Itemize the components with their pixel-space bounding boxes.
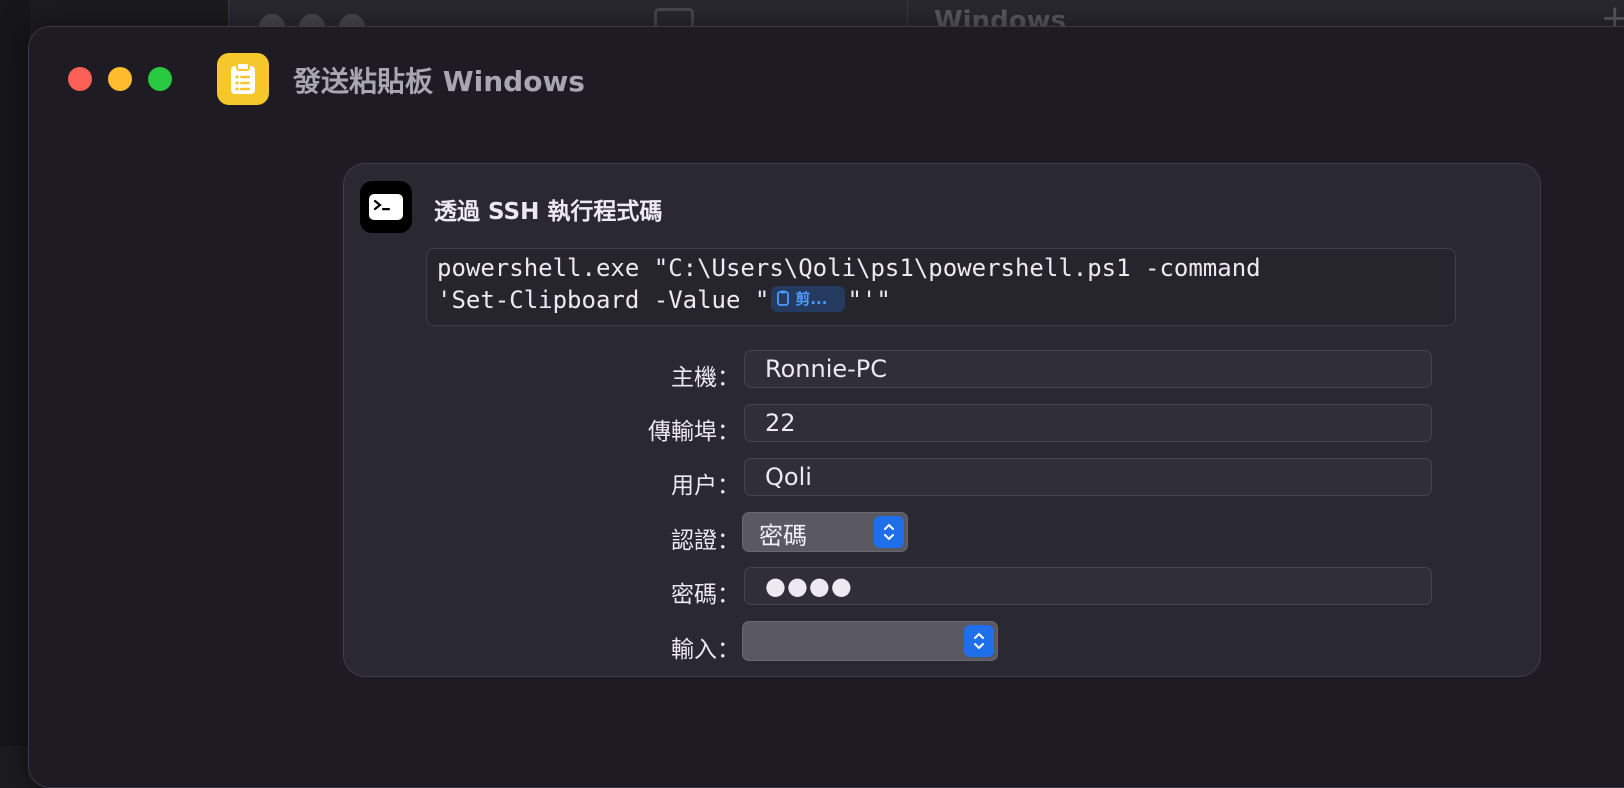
background-desktop — [0, 0, 30, 746]
terminal-icon — [360, 181, 412, 233]
password-field[interactable]: ●●●● — [744, 567, 1432, 605]
input-popup[interactable] — [742, 621, 998, 661]
port-label: 傳輸埠： — [648, 412, 740, 446]
chevron-up-down-icon — [964, 625, 994, 657]
user-row: 用户： Qoli — [344, 458, 1540, 498]
host-row: 主機： Ronnie-PC — [344, 350, 1540, 390]
script-editor[interactable]: powershell.exe "C:\Users\Qoli\ps1\powers… — [426, 248, 1456, 326]
host-label: 主機： — [671, 358, 740, 392]
auth-value: 密碼 — [759, 522, 807, 550]
input-row: 輸入： — [344, 622, 1540, 662]
clipboard-small-icon — [777, 290, 789, 306]
close-button[interactable] — [68, 67, 92, 91]
user-field[interactable]: Qoli — [744, 458, 1432, 496]
password-row: 密碼： ●●●● — [344, 567, 1540, 607]
variable-label: 剪... — [795, 290, 827, 308]
chevron-up-down-icon — [874, 516, 904, 548]
minimize-button[interactable] — [108, 67, 132, 91]
maximize-button[interactable] — [148, 67, 172, 91]
password-label: 密碼： — [671, 575, 740, 609]
port-row: 傳輸埠： 22 — [344, 404, 1540, 444]
auth-popup[interactable]: 密碼 — [742, 512, 908, 552]
host-field[interactable]: Ronnie-PC — [744, 350, 1432, 388]
action-title: 透過 SSH 執行程式碼 — [434, 192, 662, 226]
script-line-2-suffix: "'" — [847, 286, 890, 314]
user-label: 用户： — [671, 466, 740, 500]
auth-label: 認證： — [671, 521, 740, 555]
input-label: 輸入： — [671, 630, 740, 664]
clipboard-icon[interactable] — [217, 53, 269, 105]
clipboard-variable-token[interactable]: 剪... — [771, 286, 845, 312]
script-line-1: powershell.exe "C:\Users\Qoli\ps1\powers… — [437, 254, 1261, 282]
port-field[interactable]: 22 — [744, 404, 1432, 442]
window-title: 發送粘貼板 Windows — [293, 60, 585, 100]
auth-row: 認證： 密碼 — [344, 513, 1540, 553]
script-line-2-prefix: 'Set-Clipboard -Value " — [437, 286, 769, 314]
ssh-action-card[interactable]: 透過 SSH 執行程式碼 powershell.exe "C:\Users\Qo… — [343, 163, 1541, 677]
shortcut-window: 發送粘貼板 Windows 透過 SSH 執行程式碼 powershell.ex… — [28, 26, 1624, 788]
